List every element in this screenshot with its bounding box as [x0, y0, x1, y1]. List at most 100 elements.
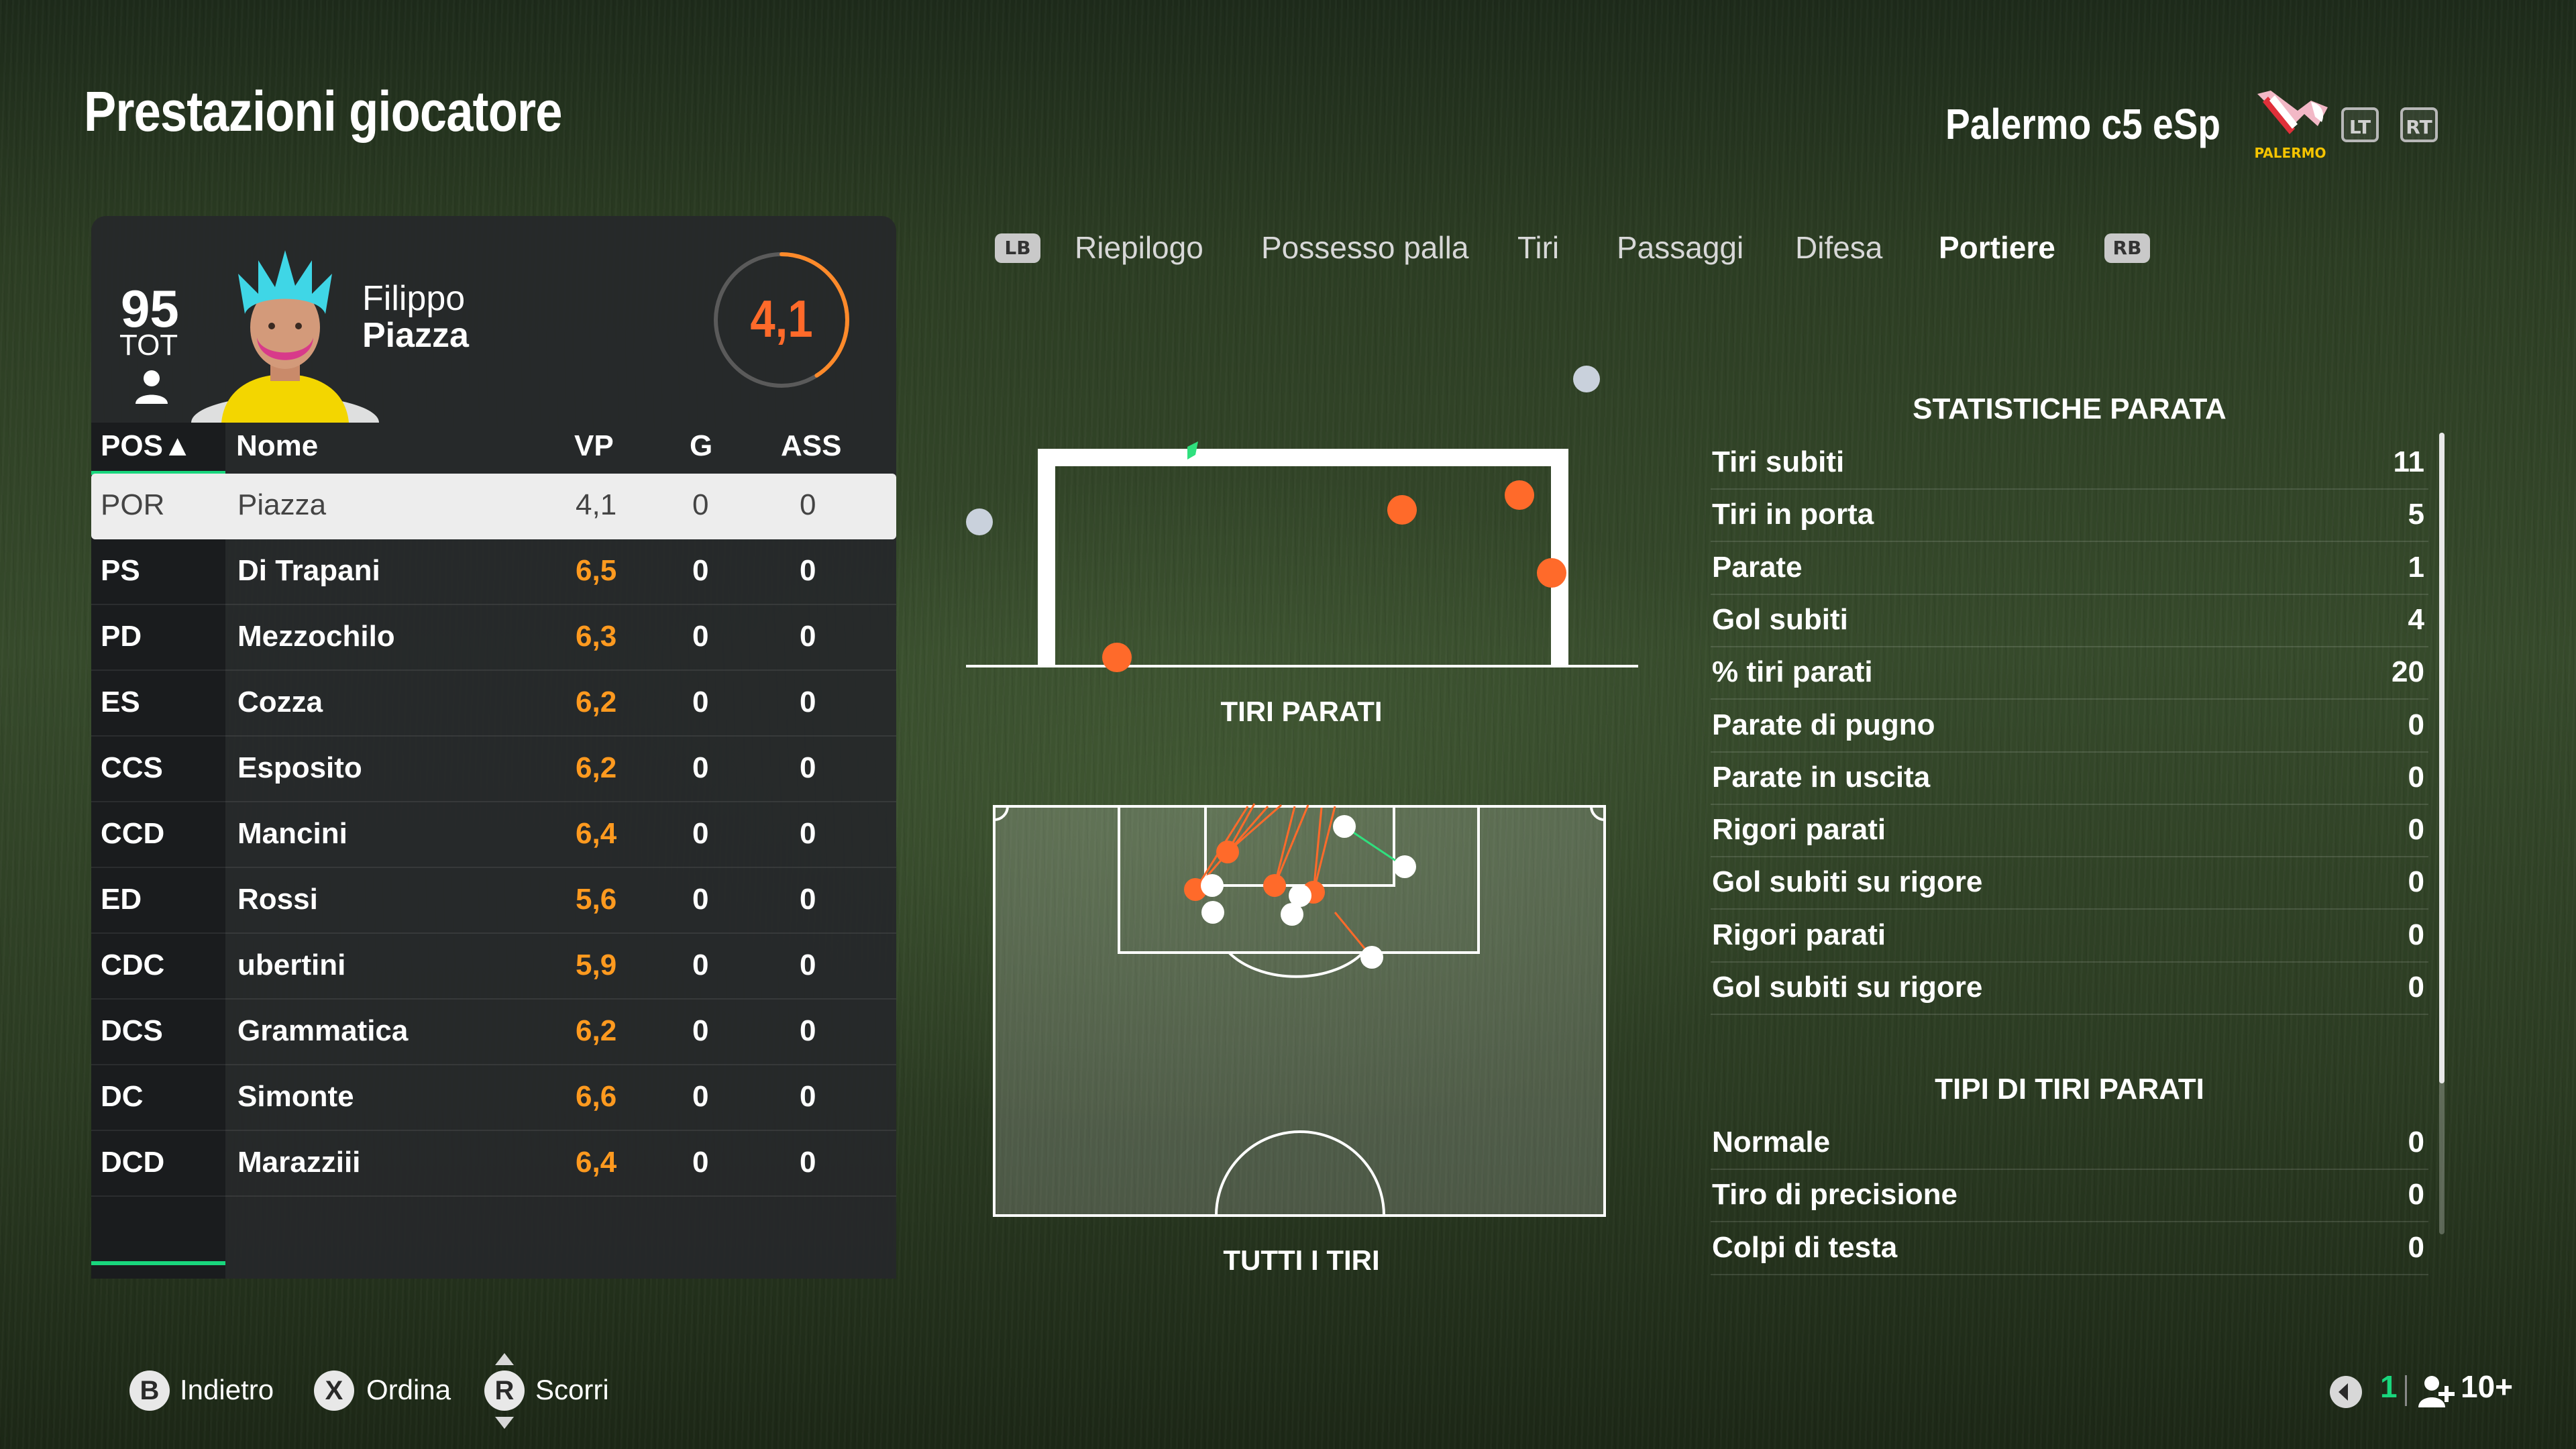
shot-marker: [1573, 366, 1600, 392]
players-icon: [2418, 1376, 2455, 1407]
shot-marker: [1216, 841, 1239, 863]
save-stats-title: STATISTICHE PARATA: [1913, 392, 2226, 425]
stat-value: 0: [2408, 865, 2424, 899]
lb-button[interactable]: LB: [995, 233, 1040, 263]
cell-rating: 6,2: [576, 686, 617, 718]
rt-button[interactable]: RT: [2400, 107, 2438, 142]
x-button-icon[interactable]: X: [314, 1371, 354, 1411]
cell-assists: 0: [800, 1014, 816, 1047]
cell-position: POR: [101, 488, 165, 521]
player-rating: 4,1: [750, 289, 813, 348]
stat-row: Tiri subiti 11: [1711, 436, 2428, 490]
stat-label: Tiri subiti: [1712, 445, 1845, 478]
players-table: POS▲ Nome VP G ASS POR Piazza 4,1 0 0 PS Di Tr…: [91, 423, 896, 1279]
table-row[interactable]: PS Di Trapani 6,5 0 0: [91, 539, 896, 605]
tab-tiri[interactable]: Tiri: [1517, 229, 1559, 266]
sort-label[interactable]: Ordina: [366, 1374, 451, 1406]
cell-rating: 6,4: [576, 817, 617, 850]
stat-row: Rigori parati 0: [1711, 804, 2428, 858]
stat-value: 0: [2408, 760, 2424, 794]
stat-row: Parate in uscita 0: [1711, 751, 2428, 805]
cell-rating: 5,9: [576, 949, 617, 981]
column-header-ass[interactable]: ASS: [781, 429, 841, 463]
cell-player-name: ubertini: [237, 949, 346, 981]
scroll-label[interactable]: Scorri: [535, 1374, 609, 1406]
player-overall-label: TOT: [119, 329, 178, 362]
tab-riepilogo[interactable]: Riepilogo: [1075, 229, 1203, 266]
stat-value: 0: [2408, 1126, 2424, 1159]
shot-marker: [1201, 874, 1224, 897]
tab-possesso-palla[interactable]: Possesso palla: [1261, 229, 1468, 266]
cell-player-name: Marazziii: [237, 1146, 361, 1179]
cell-rating: 6,5: [576, 554, 617, 587]
cell-rating: 6,2: [576, 751, 617, 784]
cell-goals: 0: [692, 1014, 709, 1047]
stat-label: Tiro di precisione: [1712, 1178, 1957, 1212]
table-row[interactable]: ES Cozza 6,2 0 0: [91, 671, 896, 737]
stat-row: Colpi di testa 0: [1711, 1222, 2428, 1275]
cell-position: DCS: [101, 1014, 163, 1047]
table-row[interactable]: CDC ubertini 5,9 0 0: [91, 934, 896, 1000]
cell-rating: 5,6: [576, 883, 617, 916]
notification-icon[interactable]: [2328, 1374, 2364, 1410]
column-header-name[interactable]: Nome: [236, 429, 318, 463]
back-label[interactable]: Indietro: [180, 1374, 274, 1406]
stat-label: % tiri parati: [1712, 655, 1873, 689]
player-first-name: Filippo: [362, 279, 466, 318]
stat-label: Gol subiti su rigore: [1712, 971, 1983, 1004]
stats-scrollbar-thumb[interactable]: [2439, 433, 2445, 1083]
column-header-pos[interactable]: POS▲: [101, 429, 192, 463]
cell-assists: 0: [800, 949, 816, 981]
cell-assists: 0: [800, 554, 816, 587]
table-row[interactable]: CCS Esposito 6,2 0 0: [91, 737, 896, 802]
shot-marker: [1263, 874, 1286, 897]
stat-label: Rigori parati: [1712, 918, 1886, 951]
scroll-up-arrow-icon: [495, 1353, 514, 1365]
r-stick-icon[interactable]: R: [484, 1371, 525, 1411]
player-avatar: [191, 250, 379, 423]
column-header-vp[interactable]: VP: [574, 429, 614, 463]
table-row[interactable]: DCS Grammatica 6,2 0 0: [91, 1000, 896, 1065]
table-row[interactable]: DCD Marazziii 6,4 0 0: [91, 1131, 896, 1197]
player-last-name: Piazza: [362, 316, 469, 355]
table-row[interactable]: DC Simonte 6,6 0 0: [91, 1065, 896, 1131]
table-row[interactable]: PD Mezzochilo 6,3 0 0: [91, 605, 896, 671]
stat-value: 20: [2392, 655, 2424, 689]
cell-assists: 0: [800, 883, 816, 916]
lt-button[interactable]: LT: [2341, 107, 2379, 142]
cell-assists: 0: [800, 817, 816, 850]
stat-label: Rigori parati: [1712, 813, 1886, 847]
b-button-icon[interactable]: B: [129, 1371, 170, 1411]
stat-value: 4: [2408, 602, 2424, 636]
cell-goals: 0: [692, 883, 709, 916]
players-count: 10+: [2461, 1369, 2514, 1404]
cell-assists: 0: [800, 751, 816, 784]
tab-difesa[interactable]: Difesa: [1795, 229, 1882, 266]
cell-assists: 0: [800, 488, 816, 521]
tab-passaggi[interactable]: Passaggi: [1617, 229, 1743, 266]
cell-assists: 0: [800, 1146, 816, 1179]
cell-player-name: Grammatica: [237, 1014, 409, 1047]
rb-button[interactable]: RB: [2104, 233, 2150, 263]
cell-rating: 6,6: [576, 1080, 617, 1113]
cell-position: DC: [101, 1080, 144, 1113]
shot-marker: [1102, 643, 1132, 672]
stat-row: % tiri parati 20: [1711, 646, 2428, 700]
cell-player-name: Di Trapani: [237, 554, 380, 587]
notification-count: 1: [2380, 1369, 2398, 1404]
stat-label: Tiri in porta: [1712, 498, 1874, 531]
table-row[interactable]: POR Piazza 4,1 0 0: [91, 474, 896, 539]
cell-rating: 6,4: [576, 1146, 617, 1179]
cell-player-name: Mezzochilo: [237, 620, 395, 653]
tab-portiere[interactable]: Portiere: [1939, 229, 2055, 266]
table-row[interactable]: ED Rossi 5,6 0 0: [91, 868, 896, 934]
shot-marker: [966, 508, 993, 535]
stat-label: Gol subiti su rigore: [1712, 865, 1983, 899]
column-header-g[interactable]: G: [690, 429, 712, 463]
cell-position: ES: [101, 686, 140, 718]
shot-marker: [1281, 903, 1303, 926]
stat-label: Normale: [1712, 1126, 1831, 1159]
all-shots-label: TUTTI I TIRI: [1223, 1244, 1380, 1276]
cell-position: CCD: [101, 817, 165, 850]
table-row[interactable]: CCD Mancini 6,4 0 0: [91, 802, 896, 868]
